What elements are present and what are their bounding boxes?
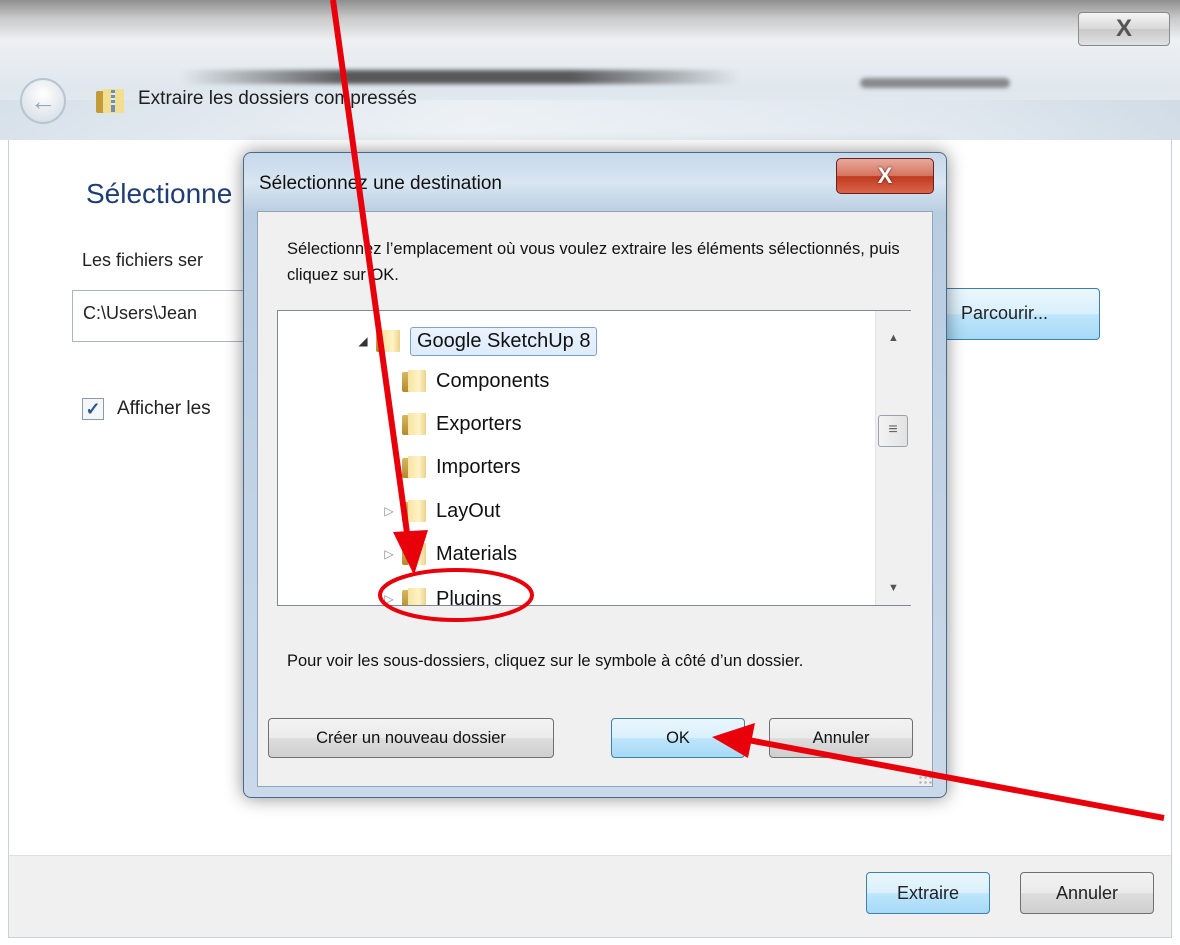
tree-item-label: Materials — [436, 542, 518, 565]
new-folder-button[interactable]: Créer un nouveau dossier — [268, 718, 554, 758]
tree-item-materials[interactable]: ▷ Materials — [382, 534, 517, 574]
tree-item-label: Components — [436, 369, 550, 392]
tree-item-components[interactable]: Components — [382, 361, 549, 401]
tree-item-plugins[interactable]: ▷ Plugins — [382, 579, 502, 606]
folder-icon — [402, 543, 426, 565]
destination-path-input[interactable]: C:\Users\Jean — [72, 290, 252, 342]
scroll-thumb[interactable]: ≡ — [878, 415, 908, 447]
tree-item-label: Plugins — [436, 587, 502, 606]
outer-window-title: Extraire les dossiers compressés — [138, 88, 417, 109]
tree-item-label: Google SketchUp 8 — [410, 326, 598, 356]
folder-icon — [402, 500, 426, 522]
extract-button[interactable]: Extraire — [866, 872, 990, 914]
scroll-down-arrow-icon[interactable]: ▼ — [876, 573, 911, 603]
browse-button[interactable]: Parcourir... — [940, 288, 1100, 340]
back-arrow-icon[interactable]: ← — [20, 78, 66, 124]
expander-open-icon[interactable]: ◢ — [356, 334, 370, 348]
show-files-label: Afficher les — [117, 398, 211, 419]
expander-closed-icon[interactable]: ▷ — [382, 592, 396, 605]
expander-closed-icon[interactable]: ▷ — [382, 504, 396, 518]
ok-button[interactable]: OK — [611, 718, 745, 758]
folder-icon — [402, 413, 426, 435]
files-label: Les fichiers ser — [82, 250, 204, 270]
scroll-up-arrow-icon[interactable]: ▲ — [876, 323, 911, 353]
dialog-title: Sélectionnez une destination — [259, 173, 502, 194]
tree-scrollbar[interactable]: ▲ ≡ ▼ — [875, 311, 911, 605]
dialog-instruction: Sélectionnez l’emplacement où vous voule… — [287, 240, 900, 284]
folder-icon — [402, 588, 426, 605]
zip-folder-icon — [96, 89, 124, 113]
outer-titlebar — [0, 0, 1180, 140]
dialog-cancel-button[interactable]: Annuler — [769, 718, 913, 758]
wizard-heading: Sélectionne — [86, 178, 233, 209]
folder-icon — [402, 370, 426, 392]
titlebar-blur-streak-2 — [860, 78, 1010, 88]
cancel-button[interactable]: Annuler — [1020, 872, 1154, 914]
expander-closed-icon[interactable]: ▷ — [382, 547, 396, 561]
titlebar-blur-streak — [180, 70, 740, 84]
folder-icon — [402, 456, 426, 478]
dialog-hint: Pour voir les sous-dossiers, cliquez sur… — [287, 652, 804, 670]
tree-item-layout[interactable]: ▷ LayOut — [382, 491, 500, 531]
dialog-close-button[interactable]: X — [836, 158, 934, 194]
folder-icon — [376, 330, 400, 352]
tree-item-label: LayOut — [436, 499, 501, 522]
show-files-checkbox[interactable]: ✓ — [82, 398, 104, 420]
wizard-footer — [8, 855, 1172, 938]
outer-close-button[interactable]: X — [1078, 12, 1170, 46]
tree-item-google-sketchup-8[interactable]: ◢ Google SketchUp 8 — [356, 321, 598, 361]
tree-item-label: Exporters — [436, 412, 522, 435]
tree-item-label: Importers — [436, 455, 521, 478]
folder-tree[interactable]: ◢ Google SketchUp 8 Components Exporters… — [277, 310, 911, 606]
resize-grip-icon[interactable] — [918, 770, 932, 784]
tree-item-importers[interactable]: Importers — [382, 447, 520, 487]
tree-item-exporters[interactable]: Exporters — [382, 404, 522, 444]
